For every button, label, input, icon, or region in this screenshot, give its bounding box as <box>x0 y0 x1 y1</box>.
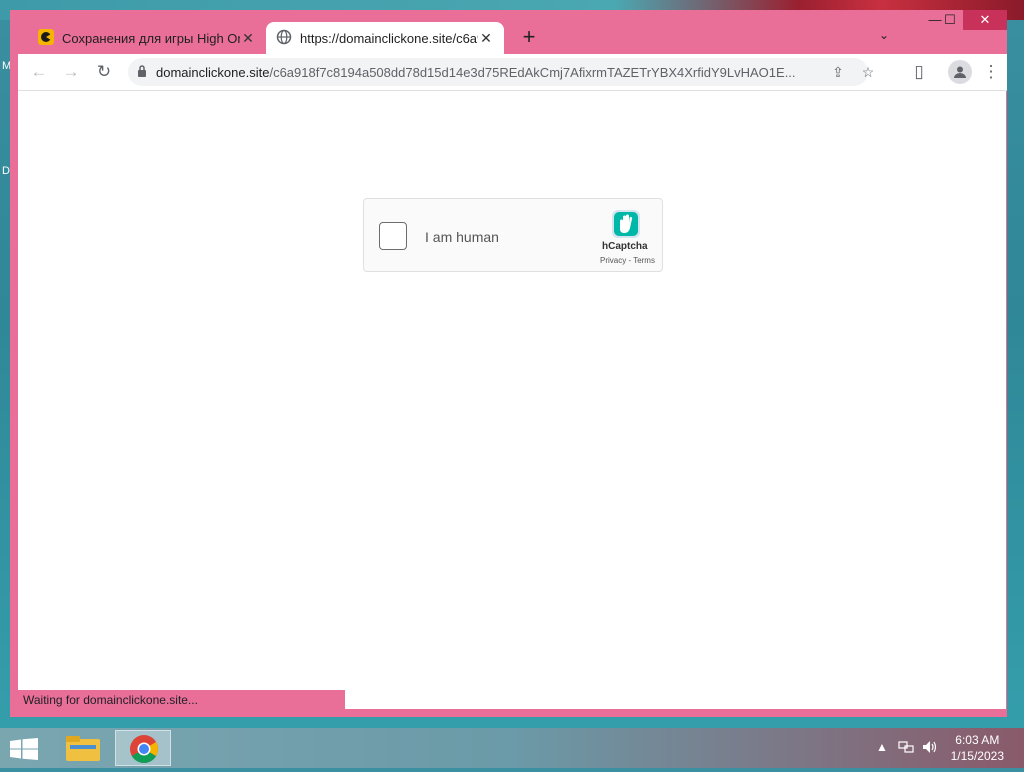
bookmark-star-icon[interactable]: ☆ <box>856 62 880 82</box>
network-icon[interactable] <box>898 740 914 757</box>
tab-captcha-site[interactable]: https://domainclickone.site/c6a918f7c819… <box>266 22 504 54</box>
show-hidden-icons-button[interactable]: ▲ <box>876 740 888 754</box>
tab-strip: Сохранения для игры High On Life ✕ https… <box>10 10 1007 54</box>
globe-icon <box>276 29 292 48</box>
close-window-button[interactable]: ✕ <box>963 10 1007 30</box>
chrome-taskbar-icon[interactable] <box>115 730 171 766</box>
game-save-icon <box>38 28 54 48</box>
page-viewport: I am human hCaptcha Privacy - Terms <box>18 91 1006 709</box>
system-clock[interactable]: 6:03 AM 1/15/2023 <box>951 732 1004 764</box>
hcaptcha-widget: I am human hCaptcha Privacy - Terms <box>363 198 663 272</box>
new-tab-button[interactable]: + <box>515 24 543 52</box>
windows-start-icon[interactable] <box>10 738 38 760</box>
tab-search-button[interactable]: ⌄ <box>872 28 896 48</box>
clock-date: 1/15/2023 <box>950 749 1004 763</box>
captcha-label: I am human <box>425 229 499 245</box>
file-explorer-icon[interactable] <box>56 730 112 766</box>
clock-time: 6:03 AM <box>955 733 1000 747</box>
address-bar[interactable]: domainclickone.site /c6a918f7c8194a508dd… <box>128 58 874 86</box>
url-host: domainclickone.site <box>156 64 270 80</box>
captcha-checkbox[interactable] <box>379 222 407 250</box>
hcaptcha-logo-icon <box>610 208 642 240</box>
chrome-menu-button[interactable]: ⋮ <box>978 60 1004 84</box>
tab-title: Сохранения для игры High On Life <box>62 30 240 46</box>
forward-button[interactable]: → <box>58 60 84 84</box>
status-bubble: Waiting for domainclickone.site... <box>18 690 345 710</box>
close-tab-icon[interactable]: ✕ <box>240 30 256 47</box>
tab-title: https://domainclickone.site/c6a918f7c819… <box>300 30 478 46</box>
tab-game-saves[interactable]: Сохранения для игры High On Life ✕ <box>28 22 266 54</box>
lock-icon[interactable] <box>128 64 156 80</box>
reload-button[interactable]: ↻ <box>91 60 117 84</box>
volume-icon[interactable] <box>922 740 938 757</box>
browser-window: Сохранения для игры High On Life ✕ https… <box>10 10 1007 717</box>
privacy-terms-links[interactable]: Privacy - Terms <box>600 256 655 265</box>
maximize-button[interactable]: ☐ <box>935 10 965 30</box>
share-icon[interactable]: ⇪ <box>826 62 850 82</box>
taskbar: ▲ 6:03 AM 1/15/2023 <box>0 728 1024 768</box>
side-panel-button[interactable]: ▯ <box>906 60 932 84</box>
browser-toolbar: ← → ↻ domainclickone.site /c6a918f7c8194… <box>18 54 1007 91</box>
back-button[interactable]: ← <box>26 60 52 84</box>
profile-avatar[interactable] <box>948 60 972 84</box>
close-tab-icon[interactable]: ✕ <box>478 30 494 47</box>
desktop-icon-label[interactable]: D <box>2 165 10 177</box>
url-path: /c6a918f7c8194a508dd78d15d14e3d75REdAkCm… <box>269 64 796 80</box>
hcaptcha-brand: hCaptcha <box>602 241 648 252</box>
